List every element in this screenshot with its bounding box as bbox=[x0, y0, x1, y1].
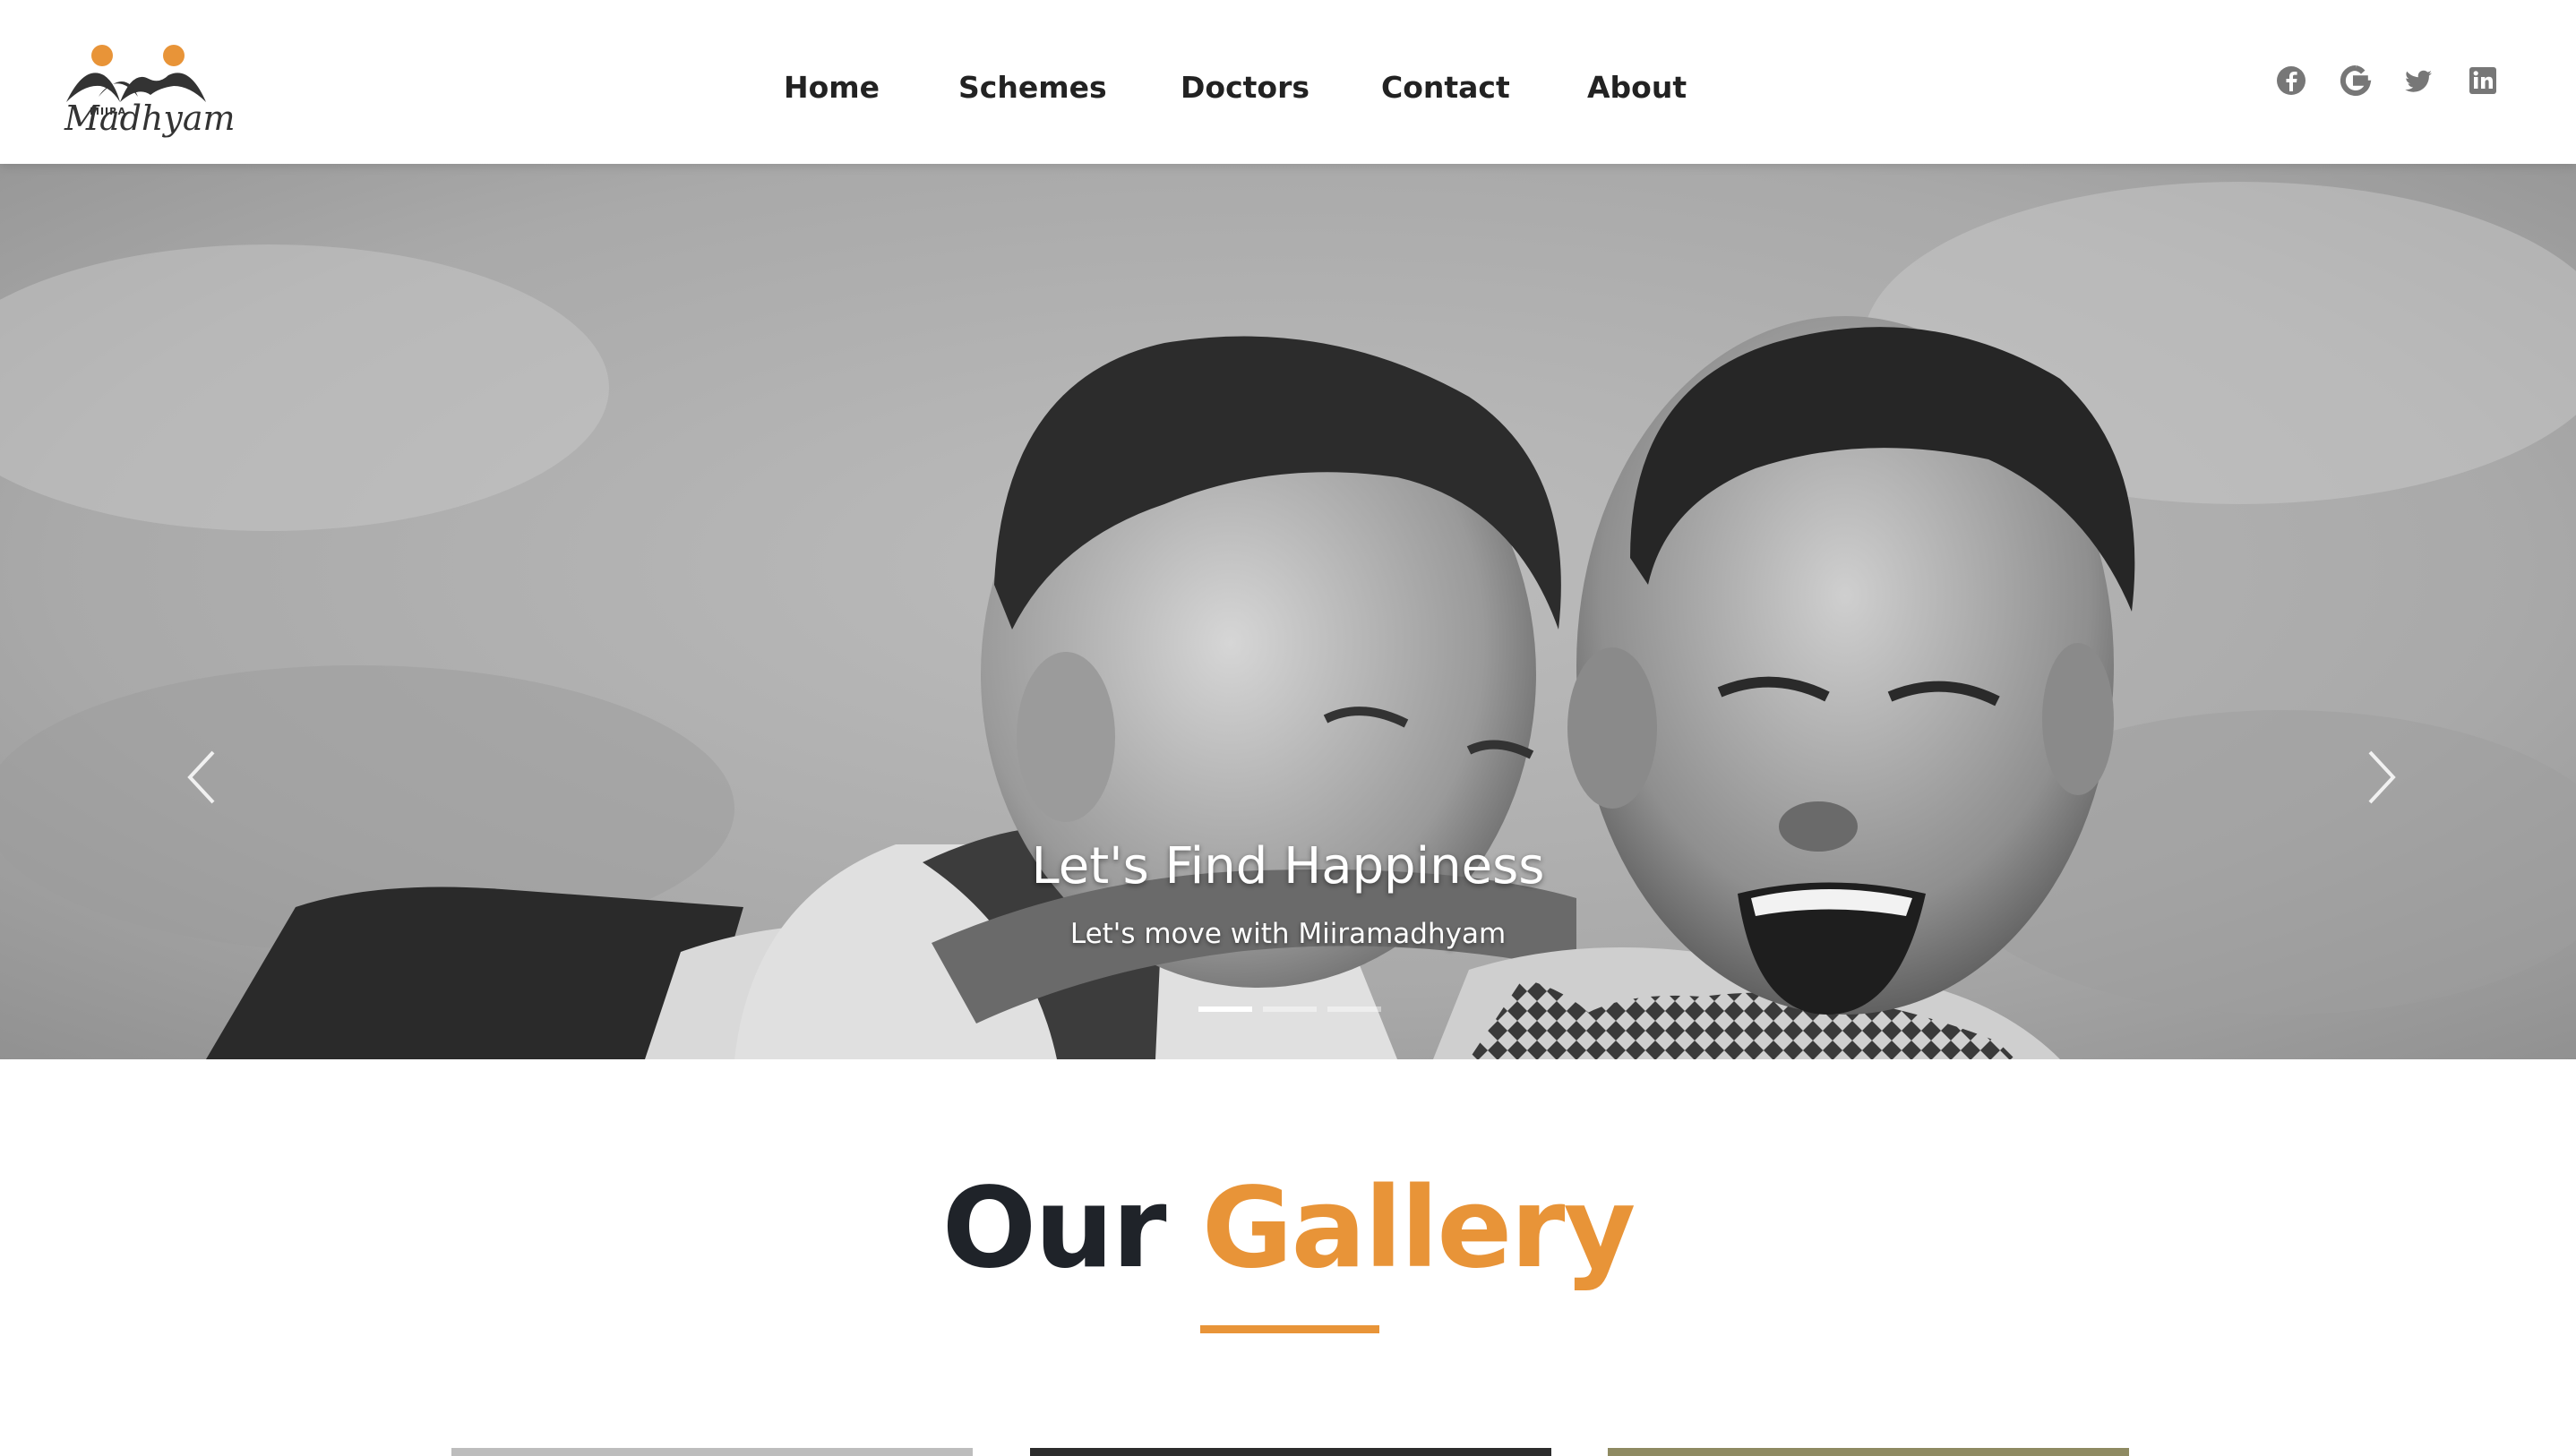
gallery-heading: Our Gallery bbox=[0, 1173, 2576, 1284]
nav-home[interactable]: Home bbox=[784, 70, 880, 105]
carousel-indicator-3[interactable] bbox=[1327, 1006, 1381, 1012]
brand-main-text: Madhyam bbox=[64, 98, 236, 138]
carousel-prev-button[interactable] bbox=[176, 741, 229, 813]
nav-contact[interactable]: Contact bbox=[1381, 70, 1510, 105]
gallery-thumbnail[interactable] bbox=[1608, 1448, 2129, 1456]
nav-about[interactable]: About bbox=[1587, 70, 1687, 105]
hero-subtitle: Let's move with Miiramadhyam bbox=[1069, 918, 1507, 950]
carousel-indicator-2[interactable] bbox=[1263, 1006, 1317, 1012]
carousel-next-button[interactable] bbox=[2354, 741, 2408, 813]
twitter-icon[interactable] bbox=[2402, 64, 2434, 97]
carousel-indicator-1[interactable] bbox=[1198, 1006, 1252, 1012]
gallery-thumbnail[interactable] bbox=[1030, 1448, 1551, 1456]
navbar: MIIRA Madhyam Home Schemes Doctors Conta… bbox=[0, 0, 2576, 164]
facebook-icon[interactable] bbox=[2275, 64, 2307, 97]
chevron-right-icon bbox=[2368, 750, 2396, 804]
nav-doctors[interactable]: Doctors bbox=[1181, 70, 1309, 105]
gallery-underline bbox=[1200, 1325, 1379, 1333]
nav-schemes[interactable]: Schemes bbox=[958, 70, 1107, 105]
chevron-left-icon bbox=[187, 750, 215, 804]
gallery-heading-dark: Our bbox=[941, 1164, 1167, 1293]
google-icon[interactable] bbox=[2340, 64, 2372, 97]
brand-logo[interactable]: MIIRA Madhyam bbox=[63, 39, 236, 149]
gallery-heading-accent: Gallery bbox=[1201, 1164, 1636, 1293]
gallery-thumbnail[interactable] bbox=[451, 1448, 973, 1456]
hero-title: Let's Find Happiness bbox=[1031, 837, 1545, 895]
linkedin-icon[interactable] bbox=[2467, 64, 2499, 97]
